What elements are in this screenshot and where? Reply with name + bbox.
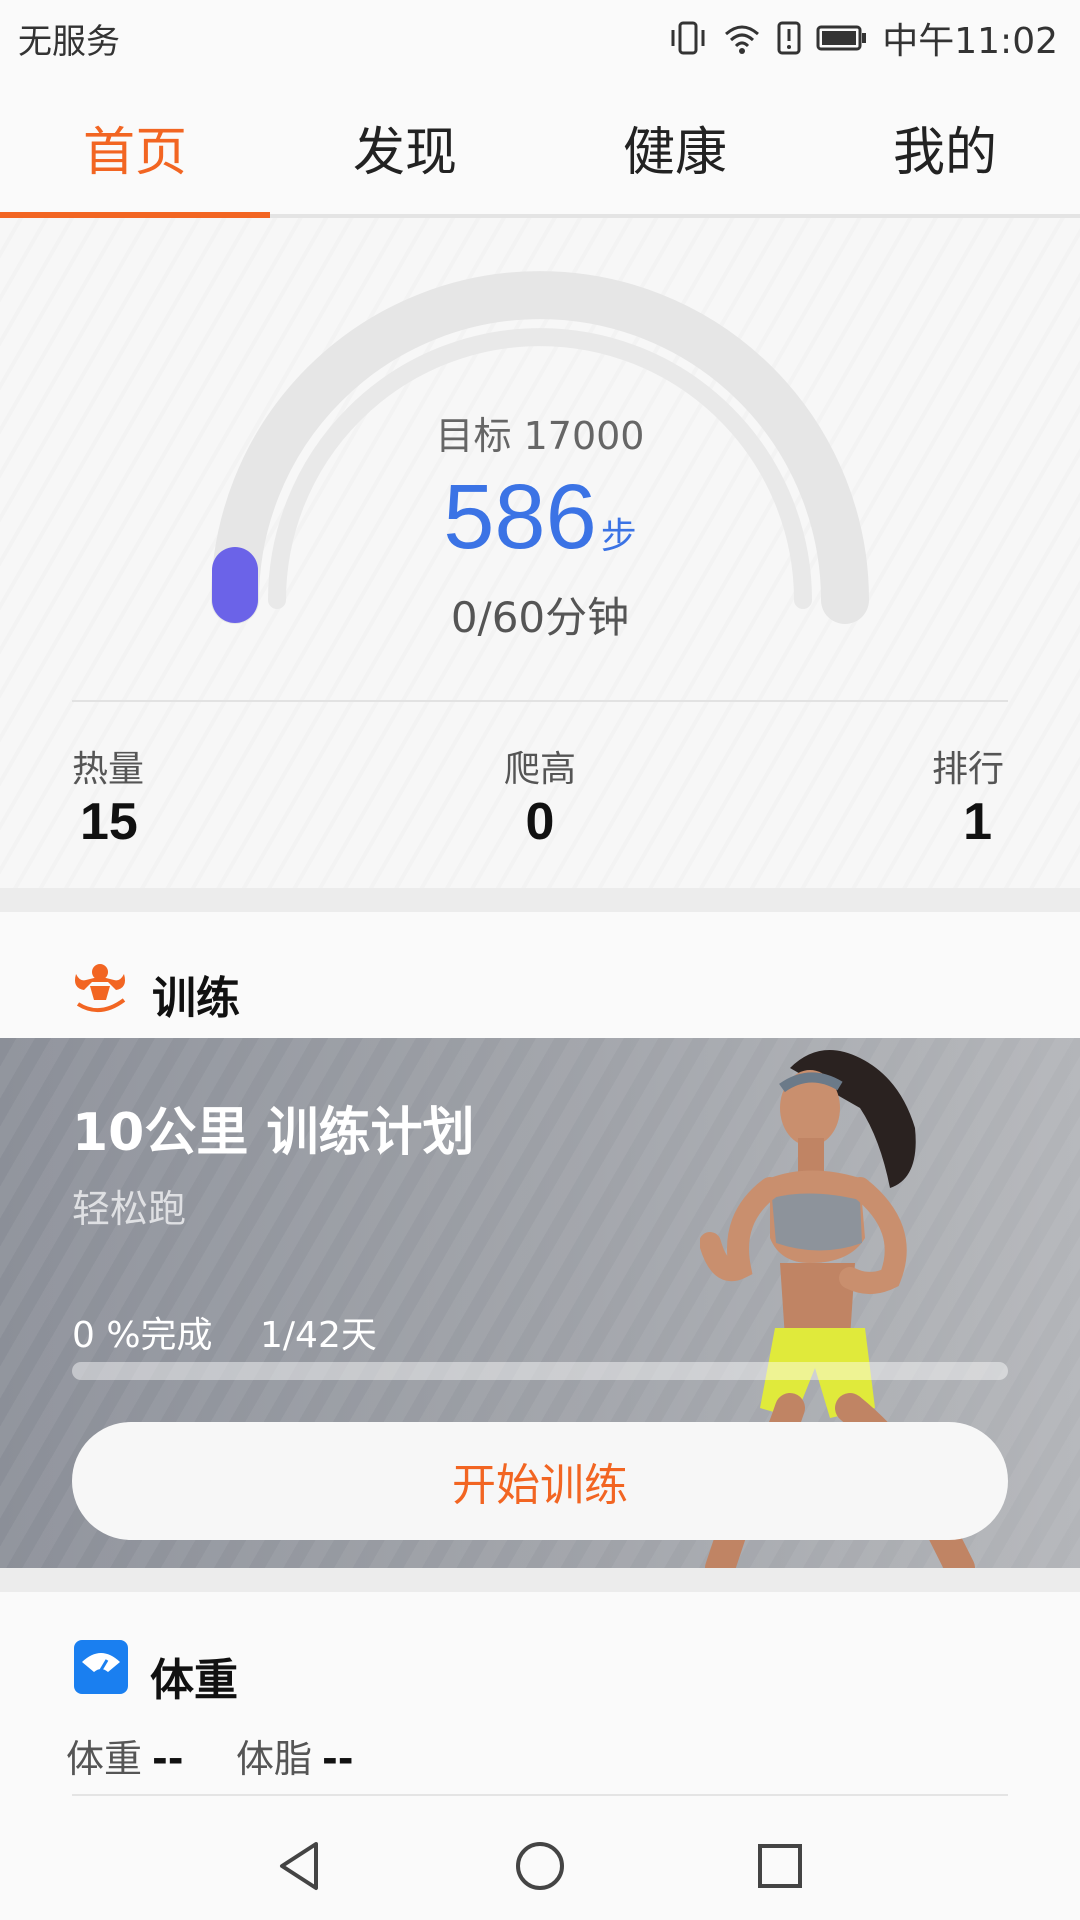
plan-progress-bar [72, 1362, 1008, 1380]
active-minutes: 0/60分钟 [450, 593, 630, 642]
section-gap [0, 888, 1080, 912]
alert-icon [777, 21, 801, 55]
rank-label: 排行 [931, 749, 1004, 790]
vibrate-icon [671, 21, 705, 55]
home-icon[interactable] [512, 1838, 568, 1894]
section-gap [0, 1568, 1080, 1592]
body-fat-label: 体脂 [236, 1737, 313, 1781]
weight-divider [72, 1794, 1008, 1796]
rank-value: 1 [963, 793, 992, 851]
climb-label: 爬高 [503, 749, 576, 790]
back-icon[interactable] [272, 1838, 328, 1894]
step-goal: 目标 17000 [435, 414, 645, 458]
scale-icon [74, 1640, 128, 1694]
weight-section-title: 体重 [150, 1655, 238, 1706]
step-count: 586 步 [0, 465, 1080, 570]
battery-icon [816, 25, 867, 51]
step-count-value: 586 [443, 466, 597, 568]
muscle-icon [75, 964, 126, 1012]
tab-health[interactable]: 健康 [540, 76, 810, 218]
carrier-label: 无服务 [18, 22, 120, 62]
plan-subtitle: 轻松跑 [72, 1187, 187, 1231]
summary-divider [72, 700, 1008, 702]
body-fat-item: 体脂 -- [236, 1728, 354, 1783]
status-icons: 中午11:02 [668, 12, 1058, 64]
start-training-button[interactable]: 开始训练 [72, 1422, 1008, 1540]
wifi-icon [725, 25, 760, 54]
weight-item: 体重 -- [66, 1728, 184, 1783]
weight-value: -- [152, 1737, 184, 1781]
clock: 中午11:02 [882, 21, 1058, 62]
plan-title: 10公里 训练计划 [72, 1103, 475, 1163]
weight-card[interactable] [0, 1592, 1080, 1832]
top-tabs: 首页 发现 健康 我的 [0, 76, 1080, 218]
weight-label: 体重 [66, 1737, 143, 1781]
climb-value: 0 [525, 793, 555, 851]
plan-days-label: 1/42天 [260, 1315, 377, 1356]
tab-discover[interactable]: 发现 [270, 76, 540, 218]
training-section-title: 训练 [152, 973, 240, 1024]
recents-icon[interactable] [752, 1838, 808, 1894]
tab-home[interactable]: 首页 [0, 76, 270, 218]
tab-me[interactable]: 我的 [810, 76, 1080, 218]
plan-progress-label: 0 %完成 [72, 1315, 213, 1356]
step-count-unit: 步 [600, 516, 637, 557]
body-fat-value: -- [322, 1737, 354, 1781]
